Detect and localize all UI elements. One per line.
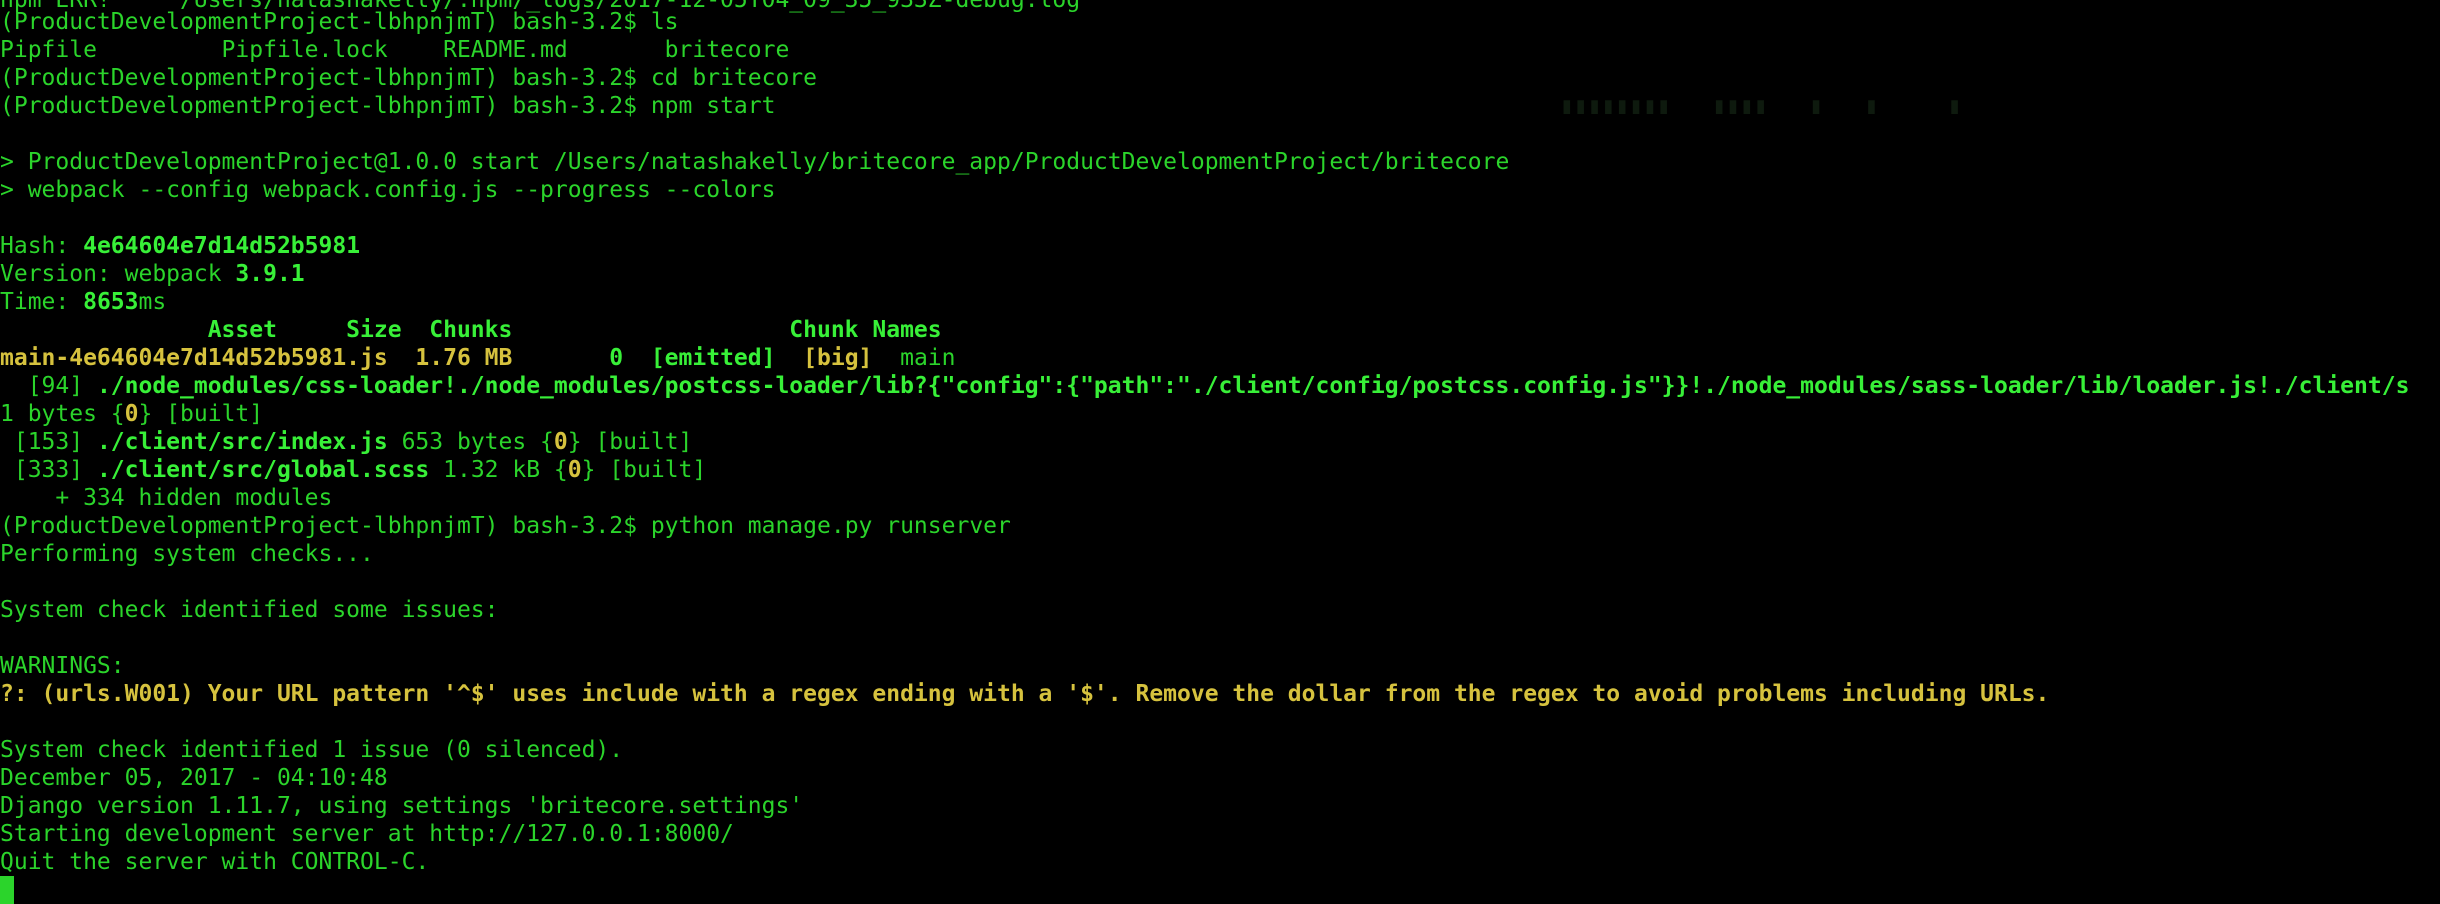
asset-emitted: [emitted] [623,345,776,371]
output-ls: Pipfile Pipfile.lock README.md britecore [0,37,790,63]
module-path: ./client/src/global.scss [96,457,430,483]
hidden-modules: + 334 hidden modules [0,485,333,511]
module-94: [94] ./node_modules/css-loader!./node_mo… [0,373,2410,399]
asset-size: 1.76 MB [387,345,513,371]
module-153: [153] ./client/src/index.js 653 bytes {0… [0,429,693,455]
command-text: python manage.py runserver [650,513,1011,539]
prompt: (ProductDevelopmentProject-lbhpnjmT) bas… [0,93,651,119]
hash-value: 4e64604e7d14d52b5981 [83,233,361,259]
output-performing-checks: Performing system checks... [0,541,374,567]
prompt-line-ls: (ProductDevelopmentProject-lbhpnjmT) bas… [0,8,679,36]
output-npm-script-webpack: > webpack --config webpack.config.js --p… [0,177,776,203]
output-django-version: Django version 1.11.7, using settings 'b… [0,793,804,819]
asset-table-header: Asset Size Chunks Chunk Names [0,317,942,343]
prompt: (ProductDevelopmentProject-lbhpnjmT) bas… [0,513,651,539]
output-quit: Quit the server with CONTROL-C. [0,849,430,875]
time-value: 8653 [83,289,139,315]
prompt: (ProductDevelopmentProject-lbhpnjmT) bas… [0,9,651,35]
output-starting-server: Starting development server at http://12… [0,821,734,847]
module-path: ./client/src/index.js [96,429,388,455]
asset-big: [big] [775,345,873,371]
asset-chunks: 0 [512,345,624,371]
asset-name: main-4e64604e7d14d52b5981.js [0,345,388,371]
output-version: Version: webpack 3.9.1 [0,261,305,287]
output-warning-text: ?: (urls.W001) Your URL pattern '^$' use… [0,681,2050,707]
module-path: ./node_modules/css-loader!./node_modules… [96,373,2410,399]
prompt-line-npm: (ProductDevelopmentProject-lbhpnjmT) bas… [0,92,775,120]
asset-chunk-name: main [872,345,956,371]
asset-row: main-4e64604e7d14d52b5981.js 1.76 MB 0 [… [0,344,956,372]
module-94-wrap: 1 bytes {0} [built] [0,401,264,427]
background-ghost-text: ▮▮▮▮▮▮▮▮ ▮▮▮▮ ▮ ▮ ▮ [1560,93,1962,119]
command-text: cd britecore [650,65,817,91]
output-warnings-label: WARNINGS: [0,653,125,679]
prompt-line-cd: (ProductDevelopmentProject-lbhpnjmT) bas… [0,64,817,92]
version-value: 3.9.1 [235,261,305,287]
output-one-issue: System check identified 1 issue (0 silen… [0,737,624,763]
output-date: December 05, 2017 - 04:10:48 [0,765,388,791]
output-time: Time: 8653ms [0,289,167,315]
prompt-line-python: (ProductDevelopmentProject-lbhpnjmT) bas… [0,512,1011,540]
command-text: npm start [650,93,776,119]
module-333: [333] ./client/src/global.scss 1.32 kB {… [0,457,707,483]
output-hash: Hash: 4e64604e7d14d52b5981 [0,233,361,259]
command-text: ls [650,9,679,35]
output-system-issues: System check identified some issues: [0,597,499,623]
prompt: (ProductDevelopmentProject-lbhpnjmT) bas… [0,65,651,91]
terminal-window[interactable]: ▮▮▮▮▮▮▮▮ ▮▮▮▮ ▮ ▮ ▮ npm ERR! /Users/nata… [0,0,2440,904]
text-cursor[interactable] [0,876,14,904]
output-npm-script-start: > ProductDevelopmentProject@1.0.0 start … [0,149,1510,175]
